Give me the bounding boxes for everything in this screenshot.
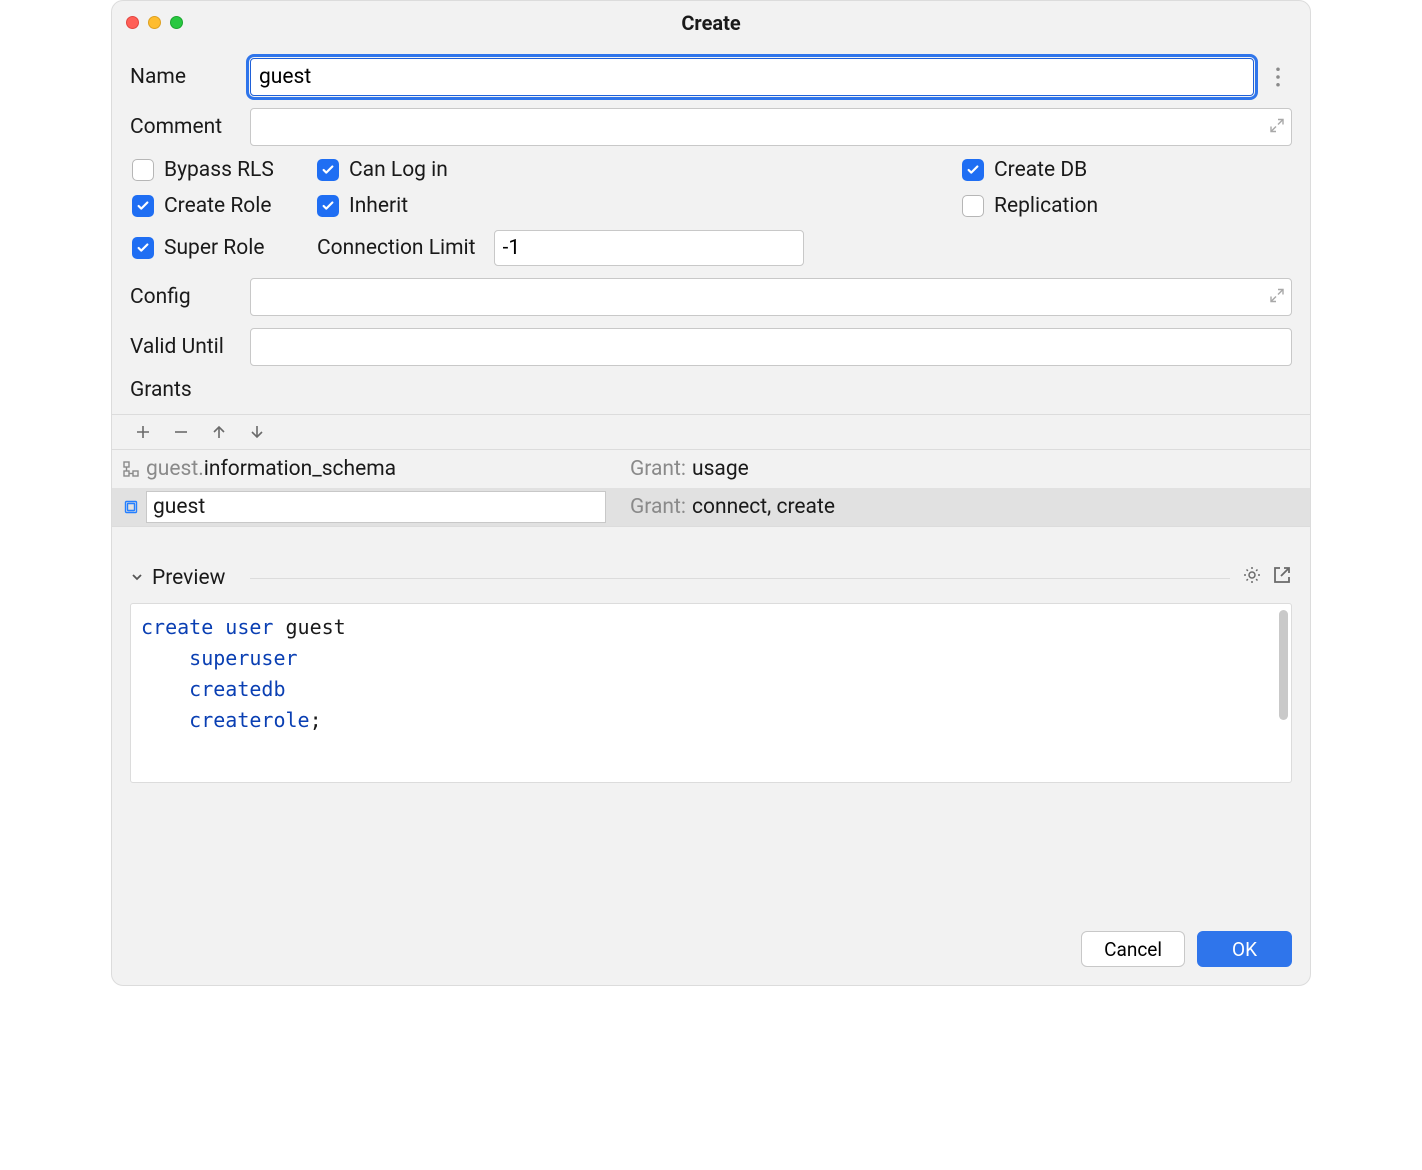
comment-label: Comment [130,115,240,139]
grant-key: Grant: [630,457,686,481]
grants-list: guest.information_schema Grant: usage gu… [112,450,1310,527]
can-login-label: Can Log in [349,158,448,182]
window-title: Create [112,11,1310,35]
more-menu-icon[interactable] [1264,63,1292,91]
name-input[interactable] [250,58,1254,96]
replication-label: Replication [994,194,1098,218]
bypass-rls-label: Bypass RLS [164,158,274,182]
grants-toolbar [112,414,1310,450]
inherit-label: Inherit [349,194,408,218]
connection-limit-label: Connection Limit [317,236,476,260]
grant-object: information_schema [204,457,396,481]
can-login-checkbox[interactable]: Can Log in [317,158,932,182]
dialog-window: Create Name Comment [111,0,1311,986]
dialog-footer: Cancel OK [112,917,1310,985]
grant-row[interactable]: guest.information_schema Grant: usage [112,450,1310,488]
preview-label: Preview [152,566,225,590]
create-db-checkbox[interactable]: Create DB [962,158,1292,182]
create-role-label: Create Role [164,194,272,218]
grant-object-input[interactable]: guest [146,491,606,523]
bypass-rls-checkbox[interactable]: Bypass RLS [132,158,287,182]
grant-value: connect, create [692,495,835,519]
replication-checkbox[interactable]: Replication [962,194,1292,218]
divider [250,578,1230,579]
grant-value: usage [692,457,749,481]
grant-row[interactable]: guest Grant: connect, create [112,488,1310,526]
config-label: Config [130,285,240,309]
super-role-label: Super Role [164,236,264,260]
super-role-checkbox[interactable]: Super Role [132,236,287,260]
schema-icon [122,460,140,478]
titlebar: Create [112,1,1310,44]
open-external-icon[interactable] [1272,565,1292,591]
create-role-checkbox[interactable]: Create Role [132,194,287,218]
cancel-button[interactable]: Cancel [1081,931,1185,967]
config-input[interactable] [250,278,1292,316]
database-icon [122,499,140,515]
connection-limit-input[interactable] [494,230,804,266]
move-up-icon[interactable] [210,424,228,440]
gear-icon[interactable] [1242,565,1262,591]
chevron-down-icon[interactable] [130,566,144,590]
add-icon[interactable] [134,424,152,440]
grant-key: Grant: [630,495,686,519]
valid-until-input[interactable] [250,328,1292,366]
grants-label: Grants [130,378,1292,402]
inherit-checkbox[interactable]: Inherit [317,194,932,218]
move-down-icon[interactable] [248,424,266,440]
valid-until-label: Valid Until [130,335,240,359]
name-label: Name [130,65,240,89]
sql-preview[interactable]: create user guest superuser createdb cre… [130,603,1292,783]
remove-icon[interactable] [172,424,190,440]
create-db-label: Create DB [994,158,1087,182]
comment-input[interactable] [250,108,1292,146]
grant-prefix: guest. [146,457,204,481]
ok-button[interactable]: OK [1197,931,1292,967]
scrollbar[interactable] [1279,610,1288,720]
